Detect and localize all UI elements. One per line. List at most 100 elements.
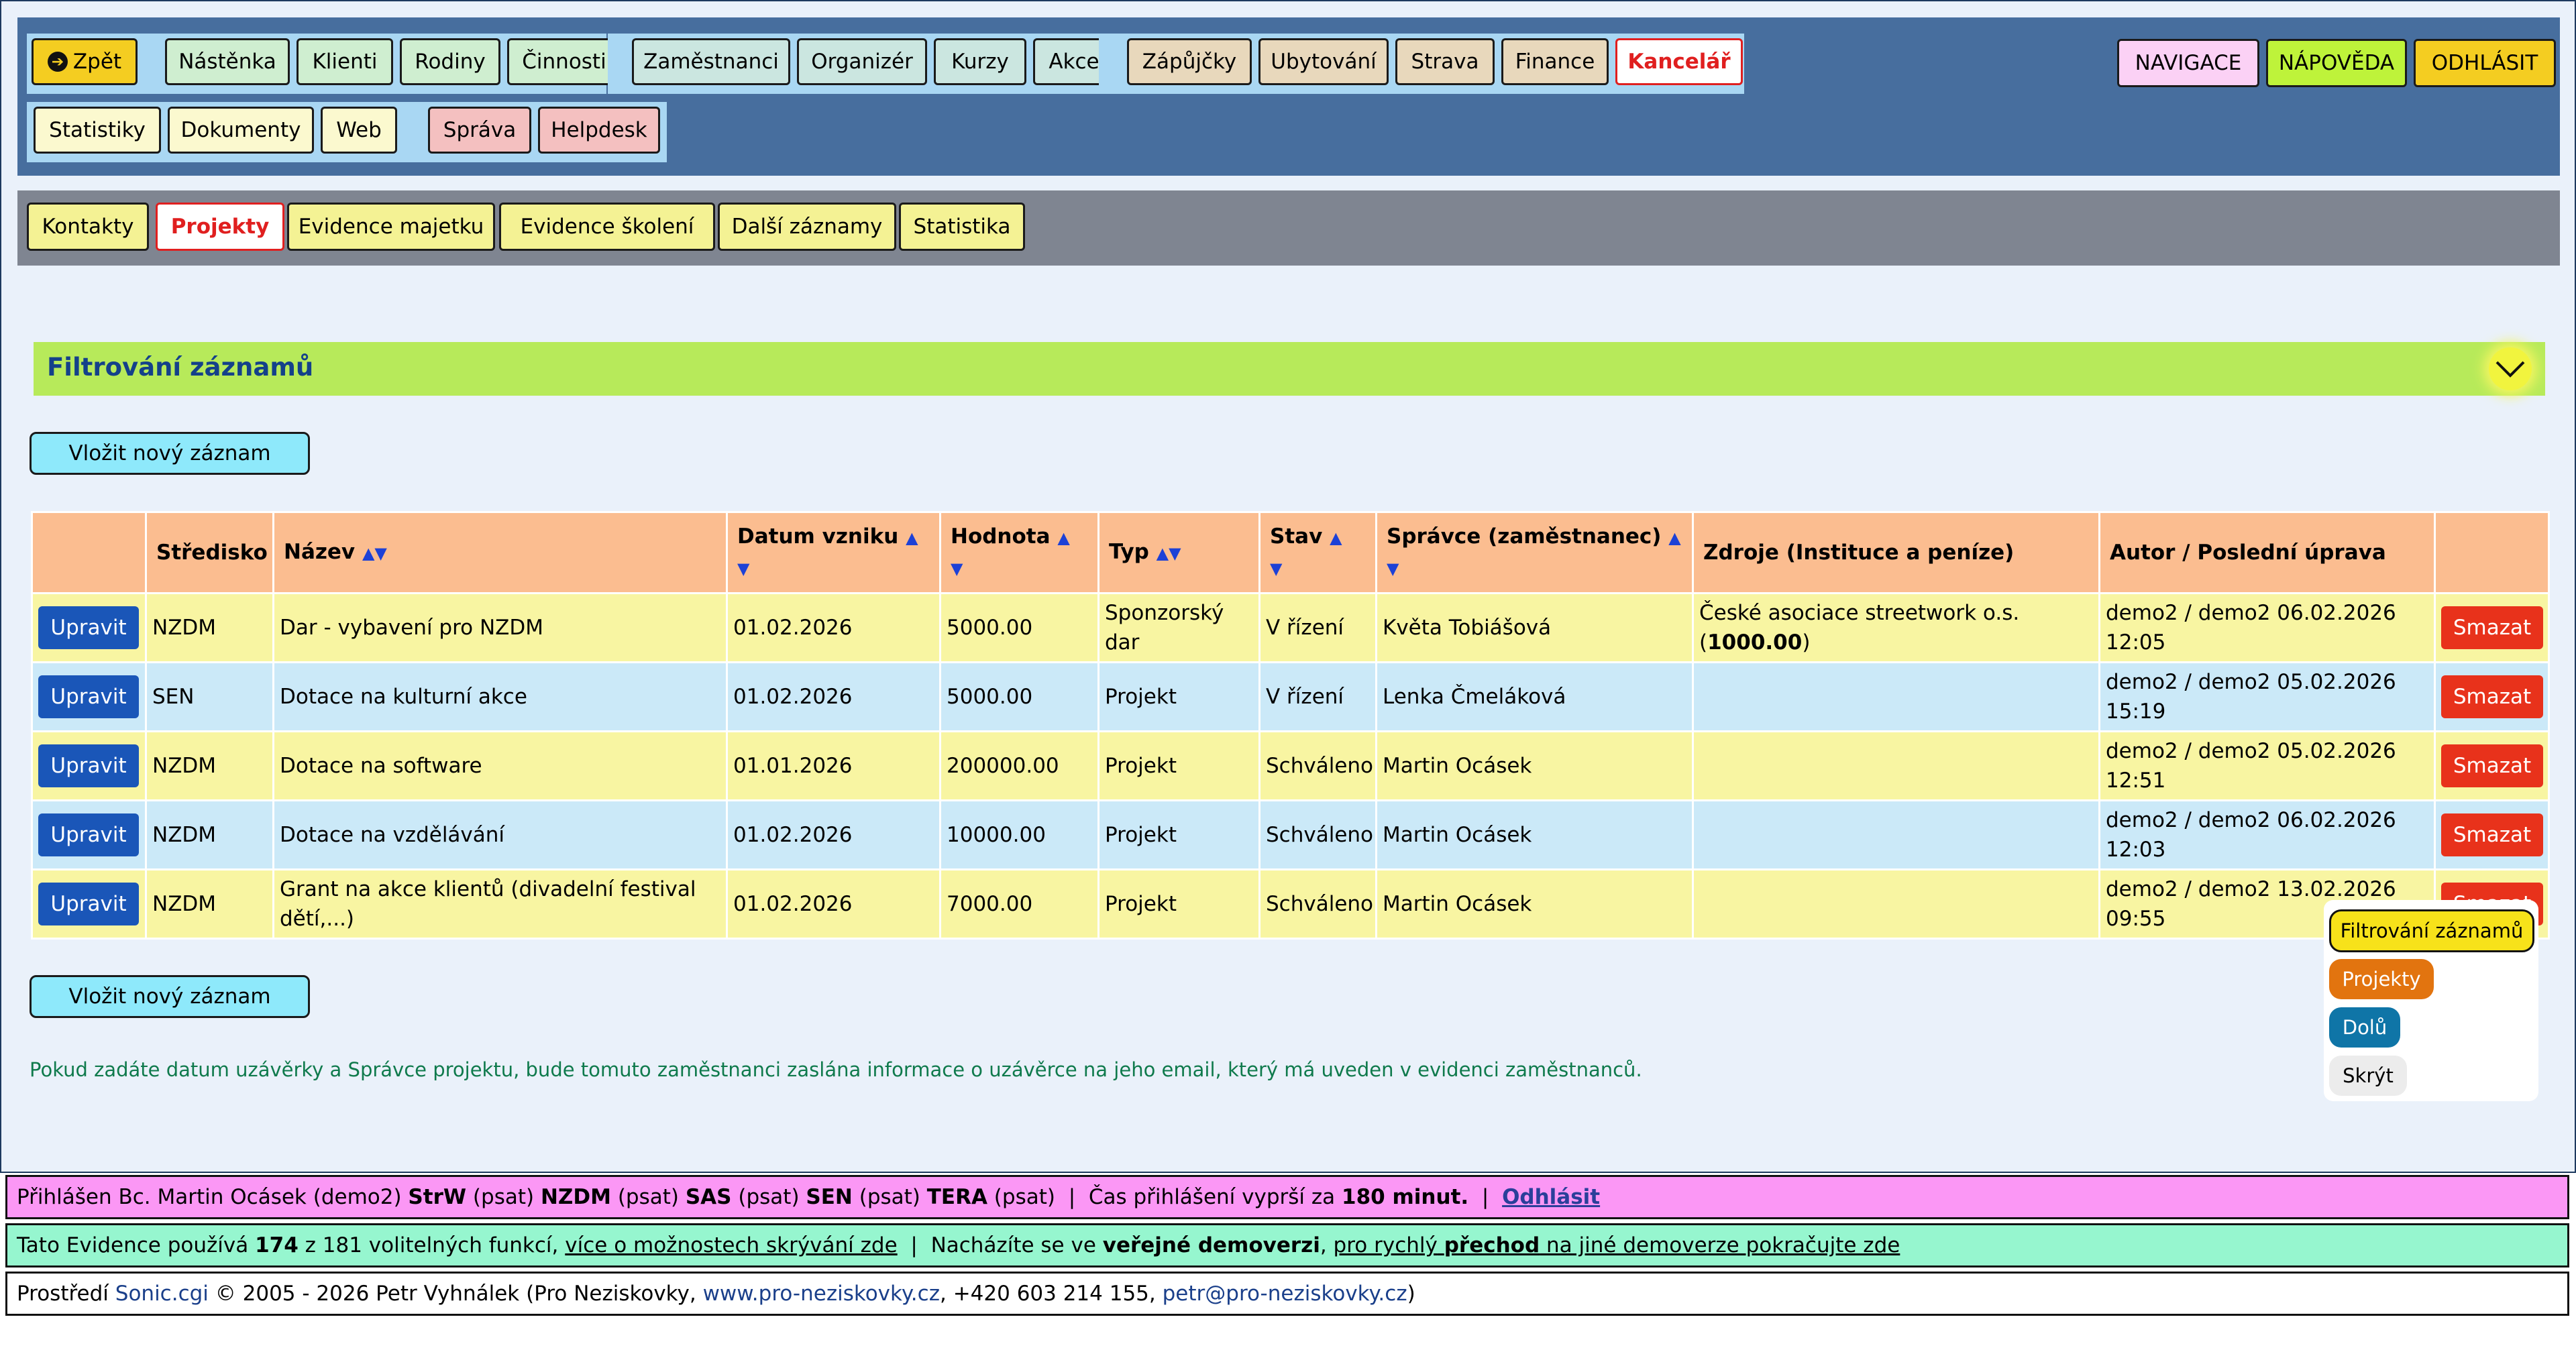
tab-evidence-skoleni[interactable]: Evidence školení bbox=[499, 203, 715, 251]
tab-dalsi-zaznamy[interactable]: Další záznamy bbox=[718, 203, 896, 251]
cell-hodnota: 10000.00 bbox=[939, 799, 1099, 870]
cell-nazev: Grant na akce klientů (divadelní festiva… bbox=[272, 868, 728, 940]
nav-sprava[interactable]: Správa bbox=[428, 107, 531, 154]
demo-link-text-b: přechod bbox=[1444, 1233, 1540, 1257]
nav-rodiny[interactable]: Rodiny bbox=[400, 38, 500, 85]
sort-desc-icon[interactable]: ▼ bbox=[737, 559, 749, 578]
sort-asc-icon[interactable]: ▲ bbox=[1157, 544, 1169, 563]
nav-cinnosti[interactable]: Činnosti bbox=[507, 38, 621, 85]
cell-stredisko: SEN bbox=[145, 661, 274, 732]
edit-button[interactable]: Upravit bbox=[38, 606, 139, 649]
nav-finance[interactable]: Finance bbox=[1501, 38, 1609, 85]
features-link[interactable]: více o možnostech skrývání zde bbox=[565, 1233, 897, 1257]
nav-group-back: ➔ Zpět bbox=[27, 34, 154, 94]
delete-button[interactable]: Smazat bbox=[2441, 813, 2543, 856]
header-delete bbox=[2434, 511, 2550, 594]
cell-spravce: Martin Ocásek bbox=[1375, 799, 1694, 870]
edit-button[interactable]: Upravit bbox=[38, 813, 139, 856]
quick-jump-menu: Filtrování záznamů Projekty Dolů Skrýt bbox=[2324, 900, 2538, 1101]
sort-desc-icon[interactable]: ▼ bbox=[1169, 544, 1181, 563]
unit-code: StrW bbox=[408, 1185, 467, 1209]
sub-navigation: Kontakty Projekty Evidence majetku Evide… bbox=[17, 190, 2560, 266]
logout-top-button[interactable]: ODHLÁSIT bbox=[2414, 39, 2556, 87]
cell-nazev: Dotace na vzdělávání bbox=[272, 799, 728, 870]
quick-down-button[interactable]: Dolů bbox=[2329, 1007, 2400, 1048]
quick-hide-button[interactable]: Skrýt bbox=[2329, 1056, 2407, 1096]
insert-record-button-bottom[interactable]: Vložit nový záznam bbox=[30, 975, 310, 1018]
sort-asc-icon[interactable]: ▲ bbox=[1057, 528, 1069, 547]
tab-projekty[interactable]: Projekty bbox=[156, 203, 284, 251]
chevron-down-icon[interactable] bbox=[2489, 347, 2532, 390]
features-count: 174 bbox=[255, 1233, 299, 1257]
header-spravce: Správce (zaměstnanec) ▲ ▼ bbox=[1375, 511, 1694, 594]
back-button[interactable]: ➔ Zpět bbox=[32, 38, 138, 85]
quick-projekty-button[interactable]: Projekty bbox=[2329, 959, 2434, 999]
cell-stredisko: NZDM bbox=[145, 592, 274, 663]
header-typ-label: Typ bbox=[1109, 540, 1149, 564]
nav-dokumenty[interactable]: Dokumenty bbox=[168, 107, 314, 154]
cell-datum: 01.02.2026 bbox=[726, 592, 941, 663]
header-autor: Autor / Poslední úprava bbox=[2098, 511, 2436, 594]
logout-link[interactable]: Odhlásit bbox=[1502, 1185, 1600, 1209]
insert-record-button-top[interactable]: Vložit nový záznam bbox=[30, 432, 310, 475]
delete-button[interactable]: Smazat bbox=[2441, 675, 2543, 718]
tab-kontakty[interactable]: Kontakty bbox=[27, 203, 149, 251]
nav-kurzy[interactable]: Kurzy bbox=[934, 38, 1026, 85]
nav-ubytovani[interactable]: Ubytování bbox=[1258, 38, 1389, 85]
delete-button[interactable]: Smazat bbox=[2441, 744, 2543, 787]
header-zdroje-label: Zdroje (Instituce a peníze) bbox=[1703, 541, 2015, 565]
cell-typ: Sponzorský dar bbox=[1097, 592, 1260, 663]
footer-credits-bar: Prostředí Sonic.cgi © 2005 - 2026 Petr V… bbox=[5, 1272, 2569, 1316]
footer-login-bar: Přihlášen Bc. Martin Ocásek (demo2) StrW… bbox=[5, 1175, 2569, 1219]
nav-kancelar[interactable]: Kancelář bbox=[1615, 38, 1743, 85]
sort-desc-icon[interactable]: ▼ bbox=[1387, 559, 1399, 578]
nav-klienti[interactable]: Klienti bbox=[297, 38, 393, 85]
nav-zamestnanci[interactable]: Zaměstnanci bbox=[632, 38, 790, 85]
nav-web[interactable]: Web bbox=[321, 107, 397, 154]
sort-desc-icon[interactable]: ▼ bbox=[374, 544, 386, 563]
sort-asc-icon[interactable]: ▲ bbox=[906, 528, 918, 547]
tab-evidence-majetku[interactable]: Evidence majetku bbox=[287, 203, 495, 251]
cell-zdroje bbox=[1692, 868, 2100, 940]
sort-asc-icon[interactable]: ▲ bbox=[362, 544, 374, 563]
cell-edit: Upravit bbox=[31, 661, 147, 732]
delete-button[interactable]: Smazat bbox=[2441, 606, 2543, 649]
edit-button[interactable]: Upravit bbox=[38, 883, 139, 925]
demo-label: veřejné demoverzi bbox=[1102, 1233, 1320, 1257]
filter-panel-header[interactable]: Filtrování záznamů bbox=[34, 342, 2545, 396]
table-row: Upravit SEN Dotace na kulturní akce 01.0… bbox=[31, 661, 2550, 732]
edit-button[interactable]: Upravit bbox=[38, 675, 139, 718]
back-arrow-icon: ➔ bbox=[47, 52, 68, 72]
sort-asc-icon[interactable]: ▲ bbox=[1668, 528, 1680, 547]
tab-statistika[interactable]: Statistika bbox=[899, 203, 1025, 251]
edit-button[interactable]: Upravit bbox=[38, 744, 139, 787]
nav-statistiky[interactable]: Statistiky bbox=[34, 107, 161, 154]
email-link[interactable]: petr@pro-neziskovky.cz bbox=[1163, 1282, 1407, 1306]
cell-spravce: Martin Ocásek bbox=[1375, 868, 1694, 940]
header-actions bbox=[31, 511, 147, 594]
nav-strava[interactable]: Strava bbox=[1395, 38, 1495, 85]
nav-group-5: Správa Helpdesk bbox=[415, 102, 667, 162]
header-nazev-label: Název bbox=[284, 540, 356, 564]
unit-perm: (psat) bbox=[859, 1185, 920, 1209]
sort-asc-icon[interactable]: ▲ bbox=[1330, 528, 1342, 547]
cell-hodnota: 200000.00 bbox=[939, 730, 1099, 801]
web-link[interactable]: www.pro-neziskovky.cz bbox=[703, 1282, 940, 1306]
cell-delete: Smazat bbox=[2434, 661, 2550, 732]
sort-desc-icon[interactable]: ▼ bbox=[1270, 559, 1282, 578]
cell-hodnota: 7000.00 bbox=[939, 868, 1099, 940]
back-label: Zpět bbox=[72, 50, 122, 74]
sonic-link[interactable]: Sonic.cgi bbox=[115, 1282, 209, 1306]
help-button[interactable]: NÁPOVĚDA bbox=[2266, 39, 2407, 87]
sort-desc-icon[interactable]: ▼ bbox=[951, 559, 963, 578]
unit-perm: (psat) bbox=[472, 1185, 535, 1209]
nav-nastenka[interactable]: Nástěnka bbox=[165, 38, 290, 85]
quick-filter-button[interactable]: Filtrování záznamů bbox=[2329, 909, 2534, 952]
nav-helpdesk[interactable]: Helpdesk bbox=[538, 107, 660, 154]
cell-typ: Projekt bbox=[1097, 730, 1260, 801]
cell-datum: 01.02.2026 bbox=[726, 868, 941, 940]
nav-organizer[interactable]: Organizér bbox=[797, 38, 927, 85]
navigation-button[interactable]: NAVIGACE bbox=[2117, 39, 2259, 87]
demo-switch-link[interactable]: pro rychlý přechod na jiné demoverze pok… bbox=[1334, 1233, 1900, 1257]
nav-zapujcky[interactable]: Zápůjčky bbox=[1127, 38, 1252, 85]
